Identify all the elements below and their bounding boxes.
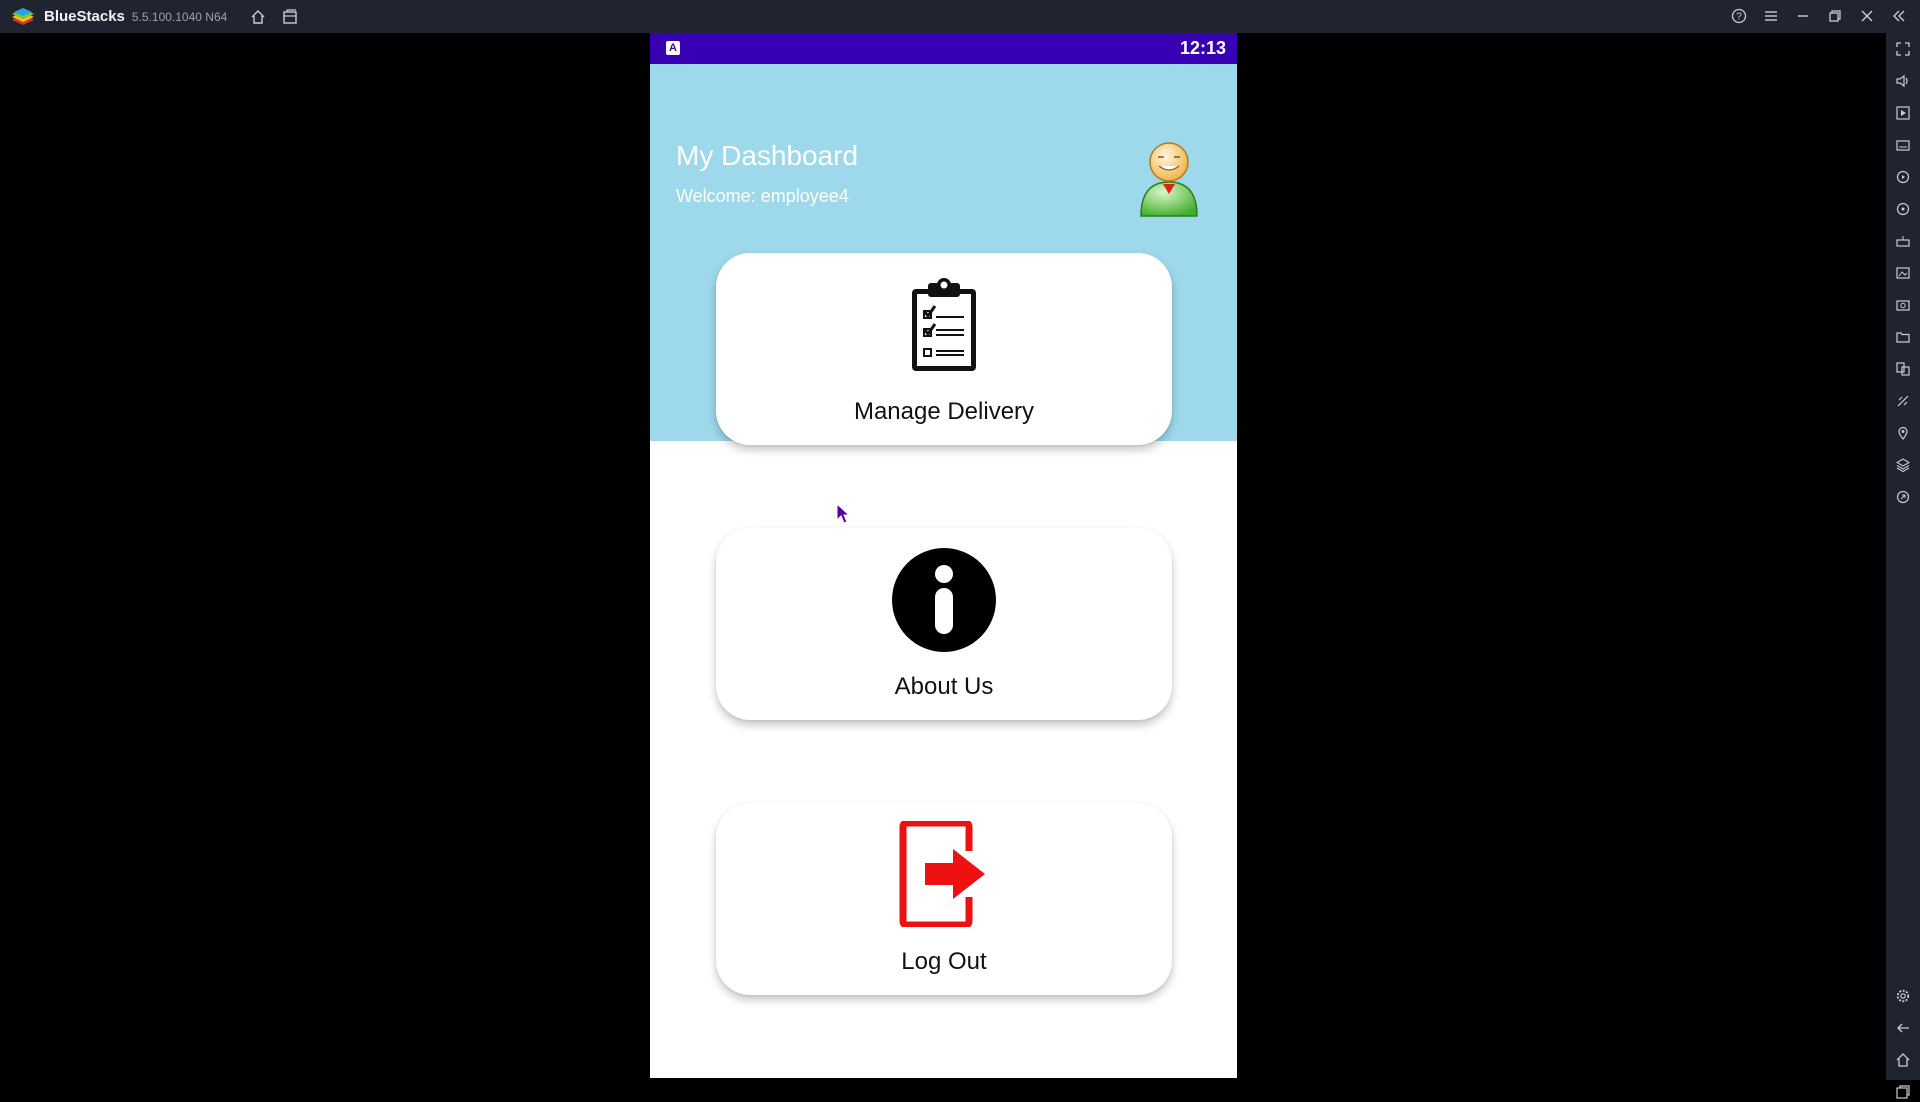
- window-title-bar: BlueStacks 5.5.100.1040 N64 ?: [0, 0, 1920, 33]
- right-sidebar: [1886, 33, 1920, 1099]
- manage-delivery-card[interactable]: Manage Delivery: [716, 253, 1172, 445]
- restore-icon[interactable]: [1824, 5, 1846, 27]
- sync-icon[interactable]: [1893, 199, 1913, 219]
- status-bar: A 12:13: [650, 33, 1237, 64]
- macro-icon[interactable]: [1893, 167, 1913, 187]
- menu-icon[interactable]: [1760, 5, 1782, 27]
- close-icon[interactable]: [1856, 5, 1878, 27]
- page-title: My Dashboard: [676, 140, 859, 171]
- bluestacks-logo-icon: [12, 7, 34, 25]
- screenshot-icon[interactable]: [1893, 295, 1913, 315]
- log-out-card[interactable]: Log Out: [716, 803, 1172, 995]
- about-us-card[interactable]: About Us: [716, 528, 1172, 720]
- back-icon[interactable]: [1893, 1018, 1913, 1038]
- gamepad-icon[interactable]: [1893, 231, 1913, 251]
- android-screen: A 12:13 My Dashboard Welcome: employee4: [650, 33, 1237, 1078]
- about-us-label: About Us: [894, 673, 994, 700]
- minimize-icon[interactable]: [1792, 5, 1814, 27]
- collapse-sidebar-icon[interactable]: [1888, 5, 1910, 27]
- info-icon: [892, 548, 996, 652]
- notification-icon: A: [666, 41, 680, 55]
- volume-icon[interactable]: [1893, 71, 1913, 91]
- manage-delivery-label: Manage Delivery: [853, 398, 1035, 425]
- keyboard-controls-icon[interactable]: [1893, 135, 1913, 155]
- app-version: 5.5.100.1040 N64: [131, 9, 228, 24]
- settings-icon[interactable]: [1893, 986, 1913, 1006]
- log-out-label: Log Out: [901, 948, 987, 975]
- folder-icon[interactable]: [1893, 327, 1913, 347]
- status-time: 12:13: [1179, 38, 1226, 58]
- rotate-icon[interactable]: [1893, 487, 1913, 507]
- app-name: BlueStacks: [44, 8, 125, 25]
- eco-mode-icon[interactable]: [1893, 391, 1913, 411]
- multi-instance-manager-icon[interactable]: [1893, 359, 1913, 379]
- media-manager-icon[interactable]: [1893, 263, 1913, 283]
- fullscreen-icon[interactable]: [1893, 39, 1913, 59]
- home-icon[interactable]: [1893, 1050, 1913, 1070]
- multi-instance-icon[interactable]: [279, 6, 301, 28]
- layers-icon[interactable]: [1893, 455, 1913, 475]
- location-icon[interactable]: [1893, 423, 1913, 443]
- help-icon[interactable]: ?: [1728, 5, 1750, 27]
- mouse-cursor-icon: [836, 503, 850, 524]
- home-icon[interactable]: [247, 6, 269, 28]
- user-avatar-icon[interactable]: [1137, 138, 1201, 218]
- welcome-text: Welcome: employee4: [676, 186, 849, 206]
- screen-recorder-icon[interactable]: [1893, 103, 1913, 123]
- logout-icon: [899, 821, 985, 927]
- clipboard-checklist-icon: [912, 278, 976, 371]
- svg-text:?: ?: [1736, 12, 1742, 23]
- recent-apps-icon[interactable]: [1893, 1082, 1913, 1102]
